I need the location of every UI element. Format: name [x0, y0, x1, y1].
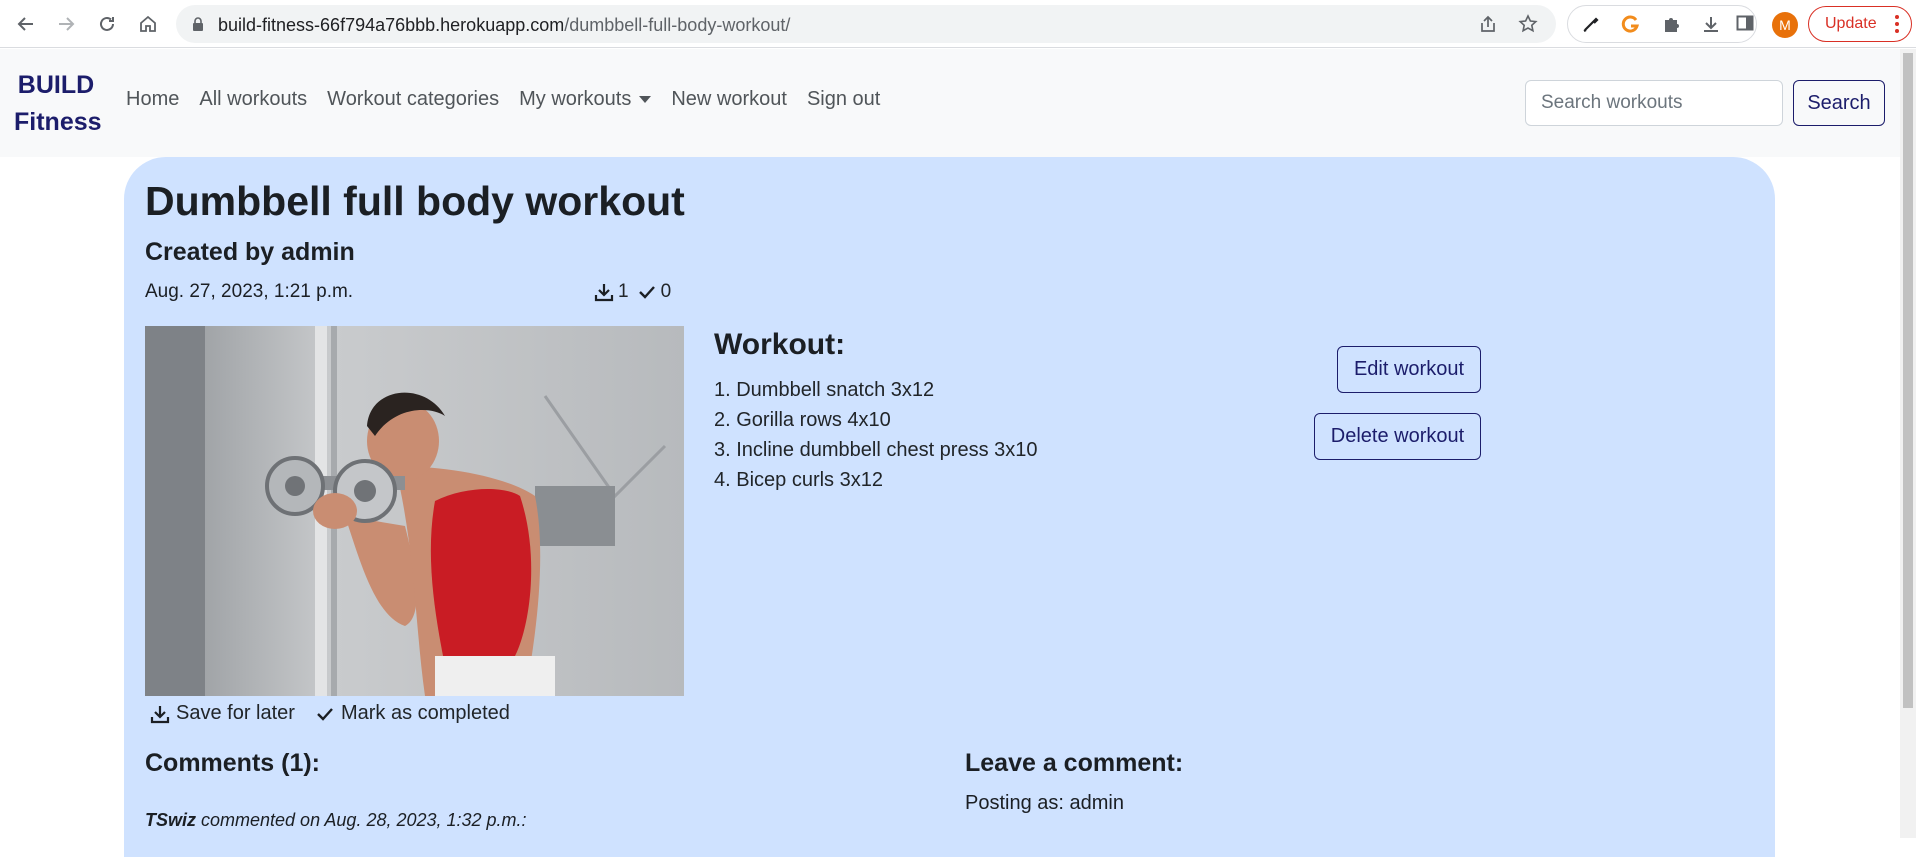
- workout-photo: [145, 326, 684, 696]
- completed-count: 0: [660, 281, 672, 302]
- comment-header: TSwiz commented on Aug. 28, 2023, 1:32 p…: [145, 810, 527, 831]
- brand-line-2: Fitness: [14, 108, 102, 136]
- save-download-icon: [150, 705, 170, 723]
- scrollbar-thumb[interactable]: [1903, 53, 1913, 708]
- workout-heading: Workout:: [714, 328, 846, 361]
- exercise-item: 1. Dumbbell snatch 3x12: [714, 379, 935, 401]
- my-workouts-label: My workouts: [519, 88, 632, 110]
- address-bar[interactable]: build-fitness-66f794a76bbb.herokuapp.com…: [176, 5, 1556, 43]
- save-for-later-button[interactable]: Save for later: [150, 702, 295, 725]
- more-vertical-icon: [1895, 15, 1899, 33]
- brand-line-1: BUILD: [17, 71, 95, 99]
- exercise-list: 1. Dumbbell snatch 3x12 2. Gorilla rows …: [714, 375, 1038, 495]
- browser-update-button[interactable]: Update: [1808, 6, 1912, 42]
- posting-as-text: Posting as: admin: [965, 792, 1124, 814]
- search-button[interactable]: Search: [1793, 80, 1885, 126]
- workout-date: Aug. 27, 2023, 1:21 p.m.: [145, 281, 354, 302]
- update-label: Update: [1825, 15, 1877, 32]
- comment-meta: commented on Aug. 28, 2023, 1:32 p.m.:: [196, 810, 527, 830]
- exercise-item: 4. Bicep curls 3x12: [714, 469, 883, 491]
- nav-dropdown-my-workouts[interactable]: My workouts: [519, 88, 652, 111]
- eyedropper-icon[interactable]: [1580, 13, 1602, 35]
- save-download-icon: [594, 284, 614, 302]
- share-icon[interactable]: [1478, 14, 1498, 34]
- search-input[interactable]: [1525, 80, 1783, 126]
- url-text: build-fitness-66f794a76bbb.herokuapp.com…: [218, 15, 791, 35]
- nav-link-workout-categories[interactable]: Workout categories: [327, 88, 499, 111]
- exercise-item: 2. Gorilla rows 4x10: [714, 409, 891, 431]
- caret-down-icon: [639, 96, 652, 104]
- home-icon[interactable]: [134, 10, 162, 38]
- back-arrow-icon[interactable]: [12, 10, 40, 38]
- workout-actions: Save for later Mark as completed: [150, 702, 510, 725]
- checkmark-icon: [638, 286, 655, 299]
- nav-links: Home All workouts Workout categories My …: [126, 88, 880, 111]
- puzzle-extensions-icon[interactable]: [1660, 13, 1682, 35]
- nav-link-new-workout[interactable]: New workout: [671, 88, 787, 111]
- side-panel-icon[interactable]: [1734, 12, 1756, 34]
- mark-completed-label: Mark as completed: [340, 702, 510, 724]
- page-scrollbar[interactable]: [1900, 49, 1916, 838]
- mark-completed-button[interactable]: Mark as completed: [315, 702, 510, 725]
- forward-arrow-icon[interactable]: [52, 10, 80, 38]
- profile-avatar[interactable]: M: [1772, 12, 1798, 38]
- reload-icon[interactable]: [93, 10, 121, 38]
- nav-link-home[interactable]: Home: [126, 88, 179, 111]
- edit-workout-button[interactable]: Edit workout: [1337, 346, 1481, 393]
- workout-stats: 1 0: [594, 281, 671, 303]
- extensions-group: [1567, 5, 1757, 43]
- checkmark-icon: [317, 707, 333, 721]
- nav-link-all-workouts[interactable]: All workouts: [199, 88, 307, 111]
- workout-title: Dumbbell full body workout: [145, 178, 685, 224]
- grammar-extension-icon[interactable]: [1620, 13, 1642, 35]
- browser-toolbar: build-fitness-66f794a76bbb.herokuapp.com…: [0, 0, 1916, 48]
- nav-link-sign-out[interactable]: Sign out: [807, 88, 880, 111]
- delete-workout-button[interactable]: Delete workout: [1314, 413, 1481, 460]
- bookmark-star-icon[interactable]: [1518, 14, 1538, 34]
- workout-author: Created by admin: [145, 238, 355, 266]
- comments-heading: Comments (1):: [145, 749, 321, 777]
- save-for-later-label: Save for later: [176, 702, 295, 724]
- leave-comment-heading: Leave a comment:: [965, 749, 1184, 777]
- saved-count: 1: [618, 281, 629, 302]
- comment-author: TSwiz: [145, 810, 197, 830]
- lock-icon: [193, 17, 203, 31]
- brand-logo[interactable]: BUILD Fitness: [14, 67, 102, 141]
- exercise-item: 3. Incline dumbbell chest press 3x10: [714, 439, 1038, 461]
- download-icon[interactable]: [1700, 13, 1722, 35]
